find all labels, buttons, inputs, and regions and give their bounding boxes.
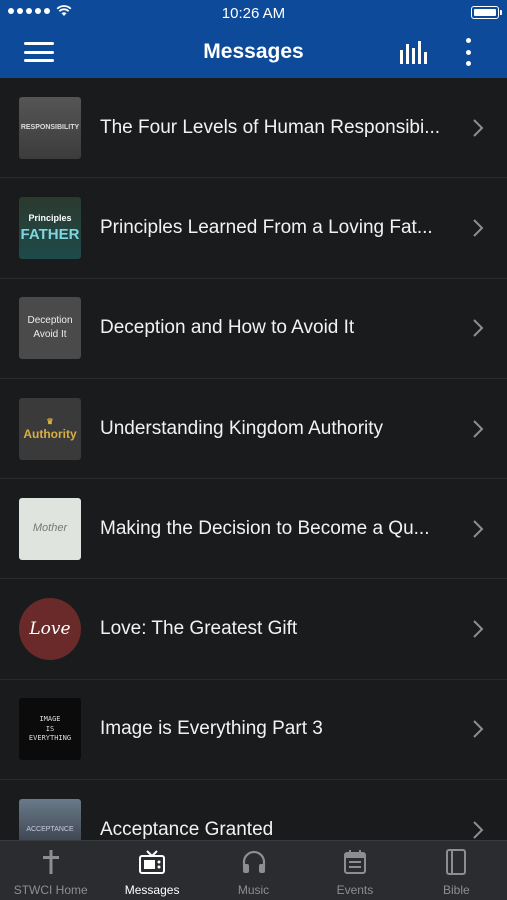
message-thumbnail: Love bbox=[19, 598, 81, 661]
hamburger-menu-icon[interactable] bbox=[24, 40, 54, 64]
message-thumbnail: Principles FATHER bbox=[19, 196, 81, 259]
message-title: Image is Everything Part 3 bbox=[100, 718, 323, 740]
chevron-right-icon bbox=[473, 319, 484, 337]
tab-label: STWCI Home bbox=[13, 883, 88, 897]
header-bar: Messages bbox=[0, 26, 507, 78]
more-options-icon[interactable] bbox=[460, 38, 476, 66]
chevron-right-icon bbox=[473, 620, 484, 638]
message-row[interactable]: Mother Making the Decision to Become a Q… bbox=[0, 479, 507, 580]
tab-stwci-home[interactable]: STWCI Home bbox=[0, 841, 101, 900]
book-icon bbox=[446, 849, 467, 875]
message-row[interactable]: Deception Avoid It Deception and How to A… bbox=[0, 279, 507, 379]
calendar-icon bbox=[343, 850, 366, 874]
message-title: Understanding Kingdom Authority bbox=[100, 417, 384, 439]
status-bar: 10:26 AM bbox=[0, 0, 507, 26]
chevron-right-icon bbox=[473, 720, 484, 739]
messages-list: RESPONSIBILITY The Four Levels of Human … bbox=[0, 78, 507, 840]
message-row[interactable]: IMAGE IS EVERYTHING Image is Everything Pa… bbox=[0, 680, 507, 781]
message-title: The Four Levels of Human Responsibi... bbox=[100, 116, 441, 138]
message-row[interactable]: ♛ Authority Understanding Kingdom Authori… bbox=[0, 379, 507, 480]
tab-messages[interactable]: Messages bbox=[101, 841, 202, 900]
tab-label: Bible bbox=[442, 883, 470, 897]
chevron-right-icon bbox=[473, 520, 484, 538]
message-thumbnail: ACCEPTANCE bbox=[19, 798, 81, 840]
tab-events[interactable]: Events bbox=[304, 841, 405, 900]
audio-levels-icon[interactable] bbox=[398, 40, 430, 66]
chevron-right-icon bbox=[473, 118, 484, 137]
message-row[interactable]: Love Love: The Greatest Gift bbox=[0, 579, 507, 680]
tab-bible[interactable]: Bible bbox=[406, 841, 507, 900]
chevron-right-icon bbox=[473, 821, 484, 839]
message-thumbnail: IMAGE IS EVERYTHING bbox=[19, 698, 81, 761]
status-time: 10:26 AM bbox=[221, 4, 286, 22]
tab-music[interactable]: Music bbox=[203, 841, 304, 900]
bottom-tab-bar: STWCI Home Messages Music Events Bible bbox=[0, 840, 507, 900]
message-title: Deception and How to Avoid It bbox=[100, 317, 355, 339]
tab-label: Events bbox=[336, 883, 374, 897]
tab-label: Music bbox=[237, 883, 270, 897]
headphones-icon bbox=[242, 850, 265, 873]
message-row[interactable]: Principles FATHER Principles Learned From… bbox=[0, 178, 507, 279]
message-title: Love: The Greatest Gift bbox=[100, 618, 298, 640]
chevron-right-icon bbox=[473, 219, 484, 237]
message-thumbnail: RESPONSIBILITY bbox=[19, 96, 81, 159]
message-row[interactable]: ACCEPTANCE Acceptance Granted bbox=[0, 780, 507, 840]
page-title: Messages bbox=[203, 40, 304, 63]
wifi-icon bbox=[56, 5, 72, 16]
message-title: Principles Learned From a Loving Fat... bbox=[100, 216, 433, 238]
message-thumbnail: Deception Avoid It bbox=[19, 297, 81, 360]
message-thumbnail: Mother bbox=[19, 497, 81, 560]
message-row[interactable]: RESPONSIBILITY The Four Levels of Human … bbox=[0, 78, 507, 179]
signal-strength-icon bbox=[8, 8, 50, 14]
message-thumbnail: ♛ Authority bbox=[19, 397, 81, 460]
signal-wifi-group bbox=[8, 5, 72, 17]
tv-icon bbox=[139, 850, 166, 874]
tab-label: Messages bbox=[124, 883, 180, 897]
message-title: Acceptance Granted bbox=[100, 818, 274, 840]
battery-icon bbox=[471, 6, 502, 19]
chevron-right-icon bbox=[473, 419, 484, 438]
message-title: Making the Decision to Become a Qu... bbox=[100, 517, 430, 539]
cross-icon bbox=[42, 850, 59, 874]
